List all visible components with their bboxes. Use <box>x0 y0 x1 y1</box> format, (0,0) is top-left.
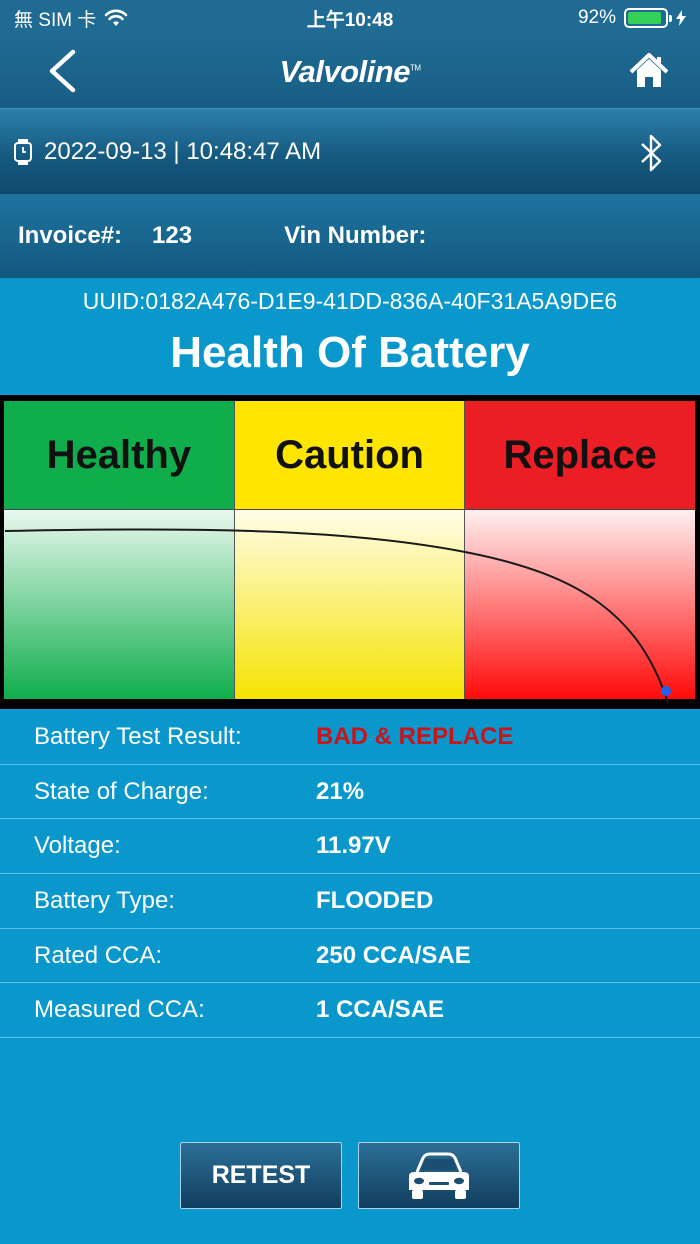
nav-bar: ValvolineTM <box>0 36 700 108</box>
result-label: Measured CCA: <box>34 996 205 1024</box>
datetime-text: 2022-09-13 | 10:48:47 AM <box>44 137 322 165</box>
battery-health-gauge: Healthy Caution Replace <box>0 395 700 709</box>
wifi-icon <box>105 9 128 26</box>
result-value: BAD & REPLACE <box>316 722 514 750</box>
vehicle-button[interactable] <box>358 1142 520 1209</box>
battery-percent: 92% <box>577 7 616 28</box>
results-table: Battery Test Result: BAD & REPLACE State… <box>0 710 700 1039</box>
result-value: 21% <box>316 777 365 805</box>
gauge-zones: Healthy Caution Replace <box>4 401 696 699</box>
status-right: 92% <box>578 7 686 29</box>
status-left: 無 SIM 卡 <box>14 5 128 32</box>
result-label: Rated CCA: <box>34 941 163 969</box>
result-label: Voltage: <box>34 832 121 860</box>
zone-caution-label: Caution <box>234 401 465 509</box>
action-buttons: RETEST <box>0 1142 700 1210</box>
zone-caution: Caution <box>234 401 466 699</box>
zone-healthy-label: Healthy <box>4 401 234 509</box>
brand-logo: ValvolineTM <box>279 54 421 90</box>
invoice-value: 123 <box>152 222 193 249</box>
watch-icon <box>14 138 32 165</box>
result-row-battery-type: Battery Type: FLOODED <box>0 874 700 929</box>
result-row-measured-cca: Measured CCA: 1 CCA/SAE <box>0 983 700 1039</box>
battery-icon <box>624 8 672 28</box>
back-chevron-icon[interactable] <box>40 46 90 96</box>
carrier-text: 無 SIM 卡 <box>14 9 97 31</box>
result-row-test-result: Battery Test Result: BAD & REPLACE <box>0 710 700 765</box>
page-title: Health Of Battery <box>170 328 530 377</box>
zone-healthy: Healthy <box>4 401 235 699</box>
zone-caution-body <box>234 509 465 699</box>
datetime-bar: 2022-09-13 | 10:48:47 AM <box>0 108 700 194</box>
result-row-state-of-charge: State of Charge: 21% <box>0 765 700 820</box>
uuid-text: UUID:0182A476-D1E9-41DD-836A-40F31A5A9DE… <box>82 288 618 314</box>
zone-replace-label: Replace <box>465 401 696 509</box>
result-label: Battery Type: <box>34 886 175 914</box>
status-bar: 無 SIM 卡 上午10:48 92% <box>0 0 700 36</box>
brand-name: Valvoline <box>279 54 410 89</box>
battery-fill <box>628 12 662 24</box>
invoice-bar: Invoice#: 123 Vin Number: <box>0 194 700 278</box>
zone-healthy-body <box>4 509 234 699</box>
result-row-rated-cca: Rated CCA: 250 CCA/SAE <box>0 929 700 984</box>
result-row-voltage: Voltage: 11.97V <box>0 819 700 875</box>
vin-label: Vin Number: <box>284 222 427 249</box>
zone-replace-body <box>465 509 696 699</box>
brand-tm: TM <box>409 63 421 73</box>
car-icon <box>409 1152 469 1199</box>
invoice-label: Invoice#: <box>18 222 123 249</box>
retest-button[interactable]: RETEST <box>180 1142 342 1209</box>
result-value: 250 CCA/SAE <box>316 941 471 969</box>
charging-icon <box>676 10 686 26</box>
result-label: State of Charge: <box>34 777 209 805</box>
bluetooth-icon[interactable] <box>636 133 666 173</box>
result-label: Battery Test Result: <box>34 722 242 750</box>
zone-replace: Replace <box>465 401 696 699</box>
result-value: 11.97V <box>316 832 391 860</box>
home-icon[interactable] <box>628 50 670 92</box>
result-value: FLOODED <box>316 886 434 914</box>
result-value: 1 CCA/SAE <box>316 996 445 1024</box>
